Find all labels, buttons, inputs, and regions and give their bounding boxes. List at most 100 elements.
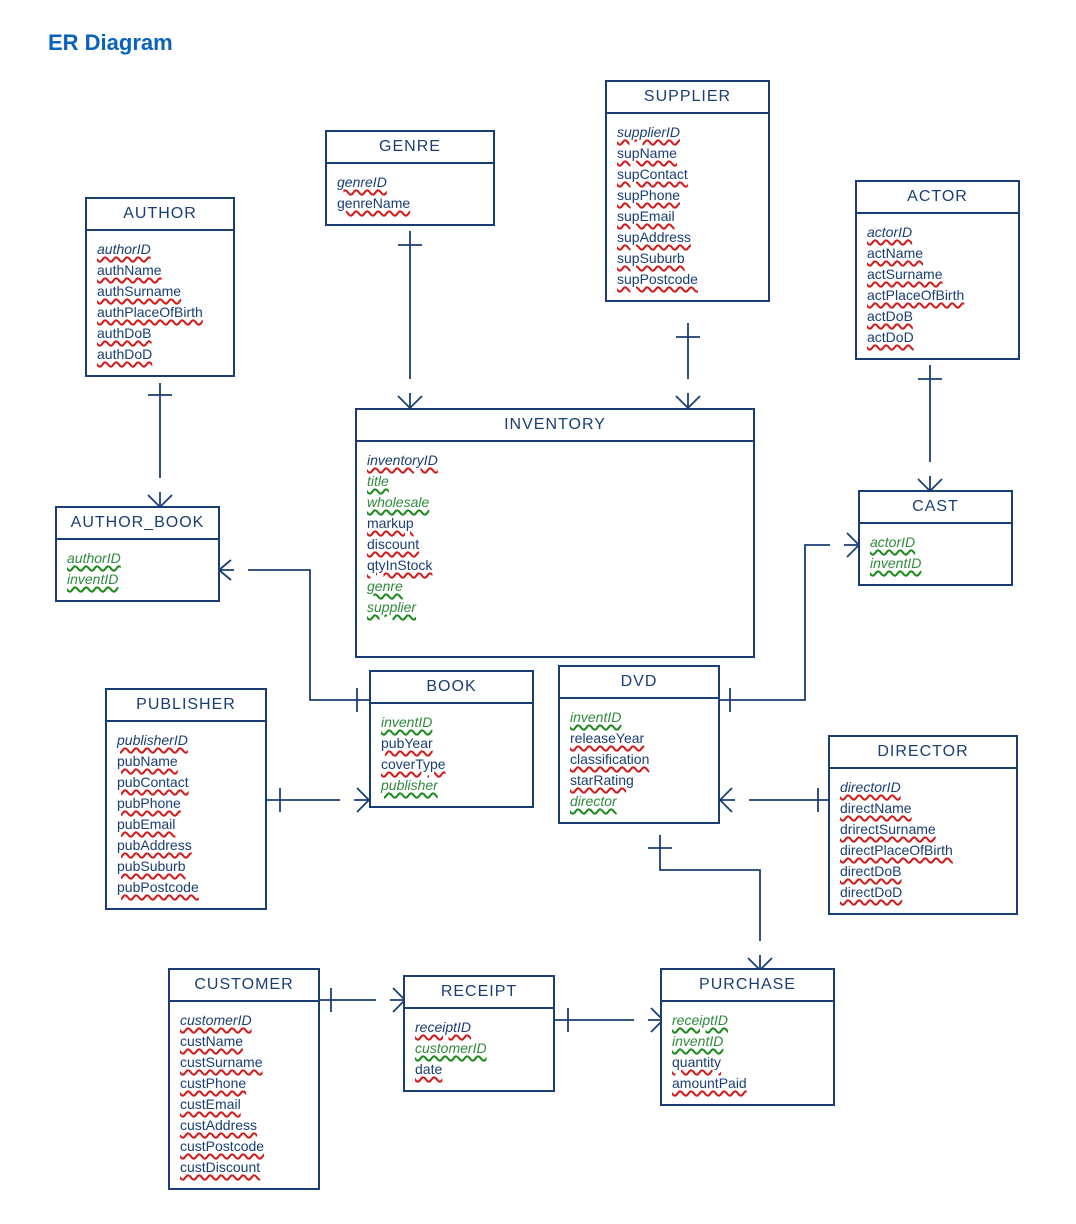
attribute: actorID	[867, 222, 1008, 243]
entity-purchase: PURCHASE receiptIDinventIDquantityamount…	[660, 968, 835, 1106]
attribute: directDoD	[840, 882, 1006, 903]
entity-actor: ACTOR actorIDactNameactSurnameactPlaceOf…	[855, 180, 1020, 360]
attribute: discount	[367, 534, 743, 555]
entity-inventory: INVENTORY inventoryIDtitlewholesalemarku…	[355, 408, 755, 658]
entity-attrs: receiptIDinventIDquantityamountPaid	[662, 1002, 833, 1104]
attribute: customerID	[415, 1038, 543, 1059]
entity-title: AUTHOR_BOOK	[57, 508, 218, 540]
attribute: directPlaceOfBirth	[840, 840, 1006, 861]
attribute: custDiscount	[180, 1157, 308, 1178]
attribute: pubName	[117, 751, 255, 772]
attribute: publisherID	[117, 730, 255, 751]
attribute: supEmail	[617, 206, 758, 227]
entity-customer: CUSTOMER customerIDcustNamecustSurnamecu…	[168, 968, 320, 1190]
entity-title: PUBLISHER	[107, 690, 265, 722]
attribute: publisher	[381, 775, 522, 796]
attribute: actPlaceOfBirth	[867, 285, 1008, 306]
entity-book: BOOK inventIDpubYearcoverTypepublisher	[369, 670, 534, 808]
attribute: date	[415, 1059, 543, 1080]
attribute: receiptID	[415, 1017, 543, 1038]
entity-publisher: PUBLISHER publisherIDpubNamepubContactpu…	[105, 688, 267, 910]
attribute: authorID	[67, 548, 208, 569]
attribute: actorID	[870, 532, 1001, 553]
attribute: custAddress	[180, 1115, 308, 1136]
attribute: inventoryID	[367, 450, 743, 471]
attribute: custName	[180, 1031, 308, 1052]
attribute: custEmail	[180, 1094, 308, 1115]
attribute: qtyInStock	[367, 555, 743, 576]
attribute: custPostcode	[180, 1136, 308, 1157]
entity-author: AUTHOR authorIDauthNameauthSurnameauthPl…	[85, 197, 235, 377]
entity-title: RECEIPT	[405, 977, 553, 1009]
attribute: supplier	[367, 597, 743, 618]
attribute: coverType	[381, 754, 522, 775]
attribute: markup	[367, 513, 743, 534]
entity-attrs: inventIDpubYearcoverTypepublisher	[371, 704, 532, 806]
attribute: genreID	[337, 172, 483, 193]
attribute: pubSuburb	[117, 856, 255, 877]
attribute: authDoD	[97, 344, 223, 365]
entity-attrs: actorIDactNameactSurnameactPlaceOfBirtha…	[857, 214, 1018, 358]
attribute: actName	[867, 243, 1008, 264]
entity-title: CAST	[860, 492, 1011, 524]
attribute: custPhone	[180, 1073, 308, 1094]
attribute: customerID	[180, 1010, 308, 1031]
attribute: authPlaceOfBirth	[97, 302, 223, 323]
attribute: supContact	[617, 164, 758, 185]
attribute: actSurname	[867, 264, 1008, 285]
attribute: classification	[570, 749, 708, 770]
entity-genre: GENRE genreIDgenreName	[325, 130, 495, 226]
attribute: supPhone	[617, 185, 758, 206]
attribute: inventID	[67, 569, 208, 590]
entity-attrs: directorIDdirectNamedrirectSurnamedirect…	[830, 769, 1016, 913]
entity-attrs: supplierIDsupNamesupContactsupPhonesupEm…	[607, 114, 768, 300]
entity-receipt: RECEIPT receiptIDcustomerIDdate	[403, 975, 555, 1092]
attribute: supName	[617, 143, 758, 164]
entity-attrs: inventIDreleaseYearclassificationstarRat…	[560, 699, 718, 822]
attribute: receiptID	[672, 1010, 823, 1031]
attribute: actDoD	[867, 327, 1008, 348]
entity-attrs: inventoryIDtitlewholesalemarkupdiscountq…	[357, 442, 753, 628]
attribute: pubYear	[381, 733, 522, 754]
entity-title: DIRECTOR	[830, 737, 1016, 769]
attribute: inventID	[870, 553, 1001, 574]
attribute: supplierID	[617, 122, 758, 143]
attribute: genre	[367, 576, 743, 597]
entity-attrs: receiptIDcustomerIDdate	[405, 1009, 553, 1090]
entity-supplier: SUPPLIER supplierIDsupNamesupContactsupP…	[605, 80, 770, 302]
attribute: directorID	[840, 777, 1006, 798]
entity-dvd: DVD inventIDreleaseYearclassificationsta…	[558, 665, 720, 824]
entity-director: DIRECTOR directorIDdirectNamedrirectSurn…	[828, 735, 1018, 915]
attribute: drirectSurname	[840, 819, 1006, 840]
attribute: inventID	[381, 712, 522, 733]
attribute: pubContact	[117, 772, 255, 793]
attribute: releaseYear	[570, 728, 708, 749]
entity-attrs: publisherIDpubNamepubContactpubPhonepubE…	[107, 722, 265, 908]
attribute: supAddress	[617, 227, 758, 248]
entity-attrs: authorIDauthNameauthSurnameauthPlaceOfBi…	[87, 231, 233, 375]
entity-title: DVD	[560, 667, 718, 699]
attribute: wholesale	[367, 492, 743, 513]
attribute: genreName	[337, 193, 483, 214]
attribute: authName	[97, 260, 223, 281]
attribute: authSurname	[97, 281, 223, 302]
attribute: amountPaid	[672, 1073, 823, 1094]
entity-title: INVENTORY	[357, 410, 753, 442]
entity-title: AUTHOR	[87, 199, 233, 231]
entity-attrs: actorIDinventID	[860, 524, 1011, 584]
attribute: supPostcode	[617, 269, 758, 290]
entity-author-book: AUTHOR_BOOK authorIDinventID	[55, 506, 220, 602]
attribute: inventID	[672, 1031, 823, 1052]
entity-title: PURCHASE	[662, 970, 833, 1002]
entity-attrs: genreIDgenreName	[327, 164, 493, 224]
attribute: directDoB	[840, 861, 1006, 882]
entity-title: SUPPLIER	[607, 82, 768, 114]
attribute: authorID	[97, 239, 223, 260]
attribute: supSuburb	[617, 248, 758, 269]
attribute: authDoB	[97, 323, 223, 344]
attribute: starRating	[570, 770, 708, 791]
attribute: actDoB	[867, 306, 1008, 327]
attribute: pubPostcode	[117, 877, 255, 898]
attribute: quantity	[672, 1052, 823, 1073]
attribute: director	[570, 791, 708, 812]
